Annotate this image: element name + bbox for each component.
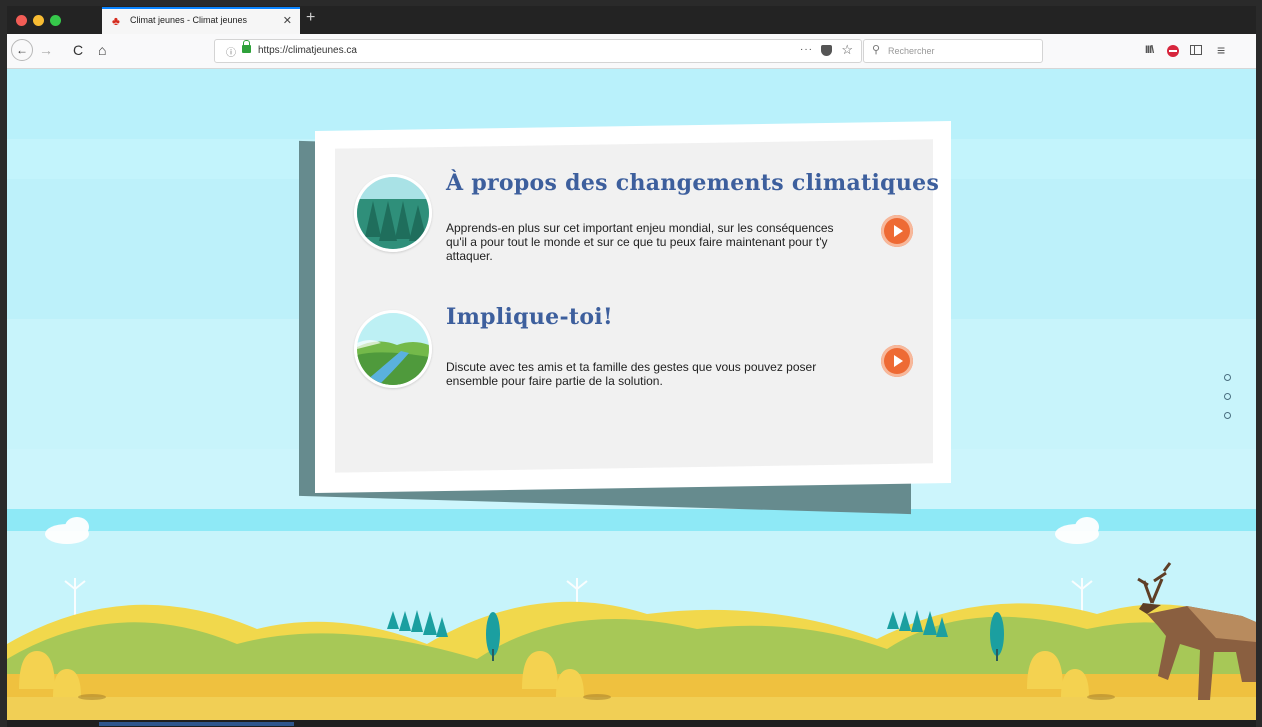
item-title: À propos des changements climatiques — [446, 170, 940, 196]
section-dot[interactable] — [1224, 374, 1231, 381]
search-placeholder: Rechercher — [888, 46, 935, 56]
library-icon[interactable]: III\ — [1145, 44, 1154, 56]
browser-tab[interactable]: ♣ Climat jeunes - Climat jeunes ✕ — [102, 7, 300, 34]
url-bar[interactable]: ⓘ https://climatjeunes.ca ··· ☆ — [214, 39, 862, 63]
tab-close-icon[interactable]: ✕ — [283, 14, 292, 27]
url-text[interactable]: https://climatjeunes.ca — [258, 45, 357, 56]
item-description: Apprends-en plus sur cet important enjeu… — [446, 221, 834, 263]
reload-button[interactable]: C — [73, 40, 83, 60]
browser-navbar: ← → C ⌂ ⓘ https://climatjeunes.ca ··· ☆ … — [7, 34, 1256, 69]
home-button[interactable]: ⌂ — [98, 40, 106, 60]
play-button[interactable] — [881, 345, 913, 377]
forest-icon — [354, 174, 432, 252]
section-dot[interactable] — [1224, 393, 1231, 400]
search-icon: ⚲ — [872, 44, 881, 56]
section-dot[interactable] — [1224, 412, 1231, 419]
minimize-window-button[interactable] — [33, 15, 44, 26]
forward-button[interactable]: → — [39, 40, 53, 60]
bottom-strip — [7, 720, 1256, 727]
back-button[interactable]: ← — [11, 39, 33, 61]
close-window-button[interactable] — [16, 15, 27, 26]
new-tab-button[interactable]: + — [306, 9, 315, 27]
tab-title: Climat jeunes - Climat jeunes — [130, 15, 248, 25]
play-button[interactable] — [881, 215, 913, 247]
bookmark-star-icon[interactable]: ☆ — [841, 42, 853, 58]
river-landscape-icon — [354, 310, 432, 388]
item-title: Implique-toi! — [446, 304, 613, 330]
sidebar-icon[interactable] — [1190, 45, 1202, 55]
search-input[interactable]: ⚲ Rechercher — [863, 39, 1043, 63]
browser-titlebar: ♣ Climat jeunes - Climat jeunes ✕ + — [7, 6, 1256, 34]
item-description: Discute avec tes amis et ta famille des … — [446, 360, 817, 388]
hamburger-menu-icon[interactable]: ≡ — [1217, 42, 1225, 58]
pocket-icon[interactable] — [821, 45, 832, 56]
adblock-icon[interactable] — [1167, 45, 1179, 57]
info-icon[interactable]: ⓘ — [226, 44, 236, 59]
page-actions-icon[interactable]: ··· — [800, 44, 813, 55]
lock-icon — [242, 40, 251, 53]
section-nav-dots — [1224, 374, 1231, 431]
zoom-window-button[interactable] — [50, 15, 61, 26]
maple-leaf-icon: ♣ — [112, 14, 120, 28]
